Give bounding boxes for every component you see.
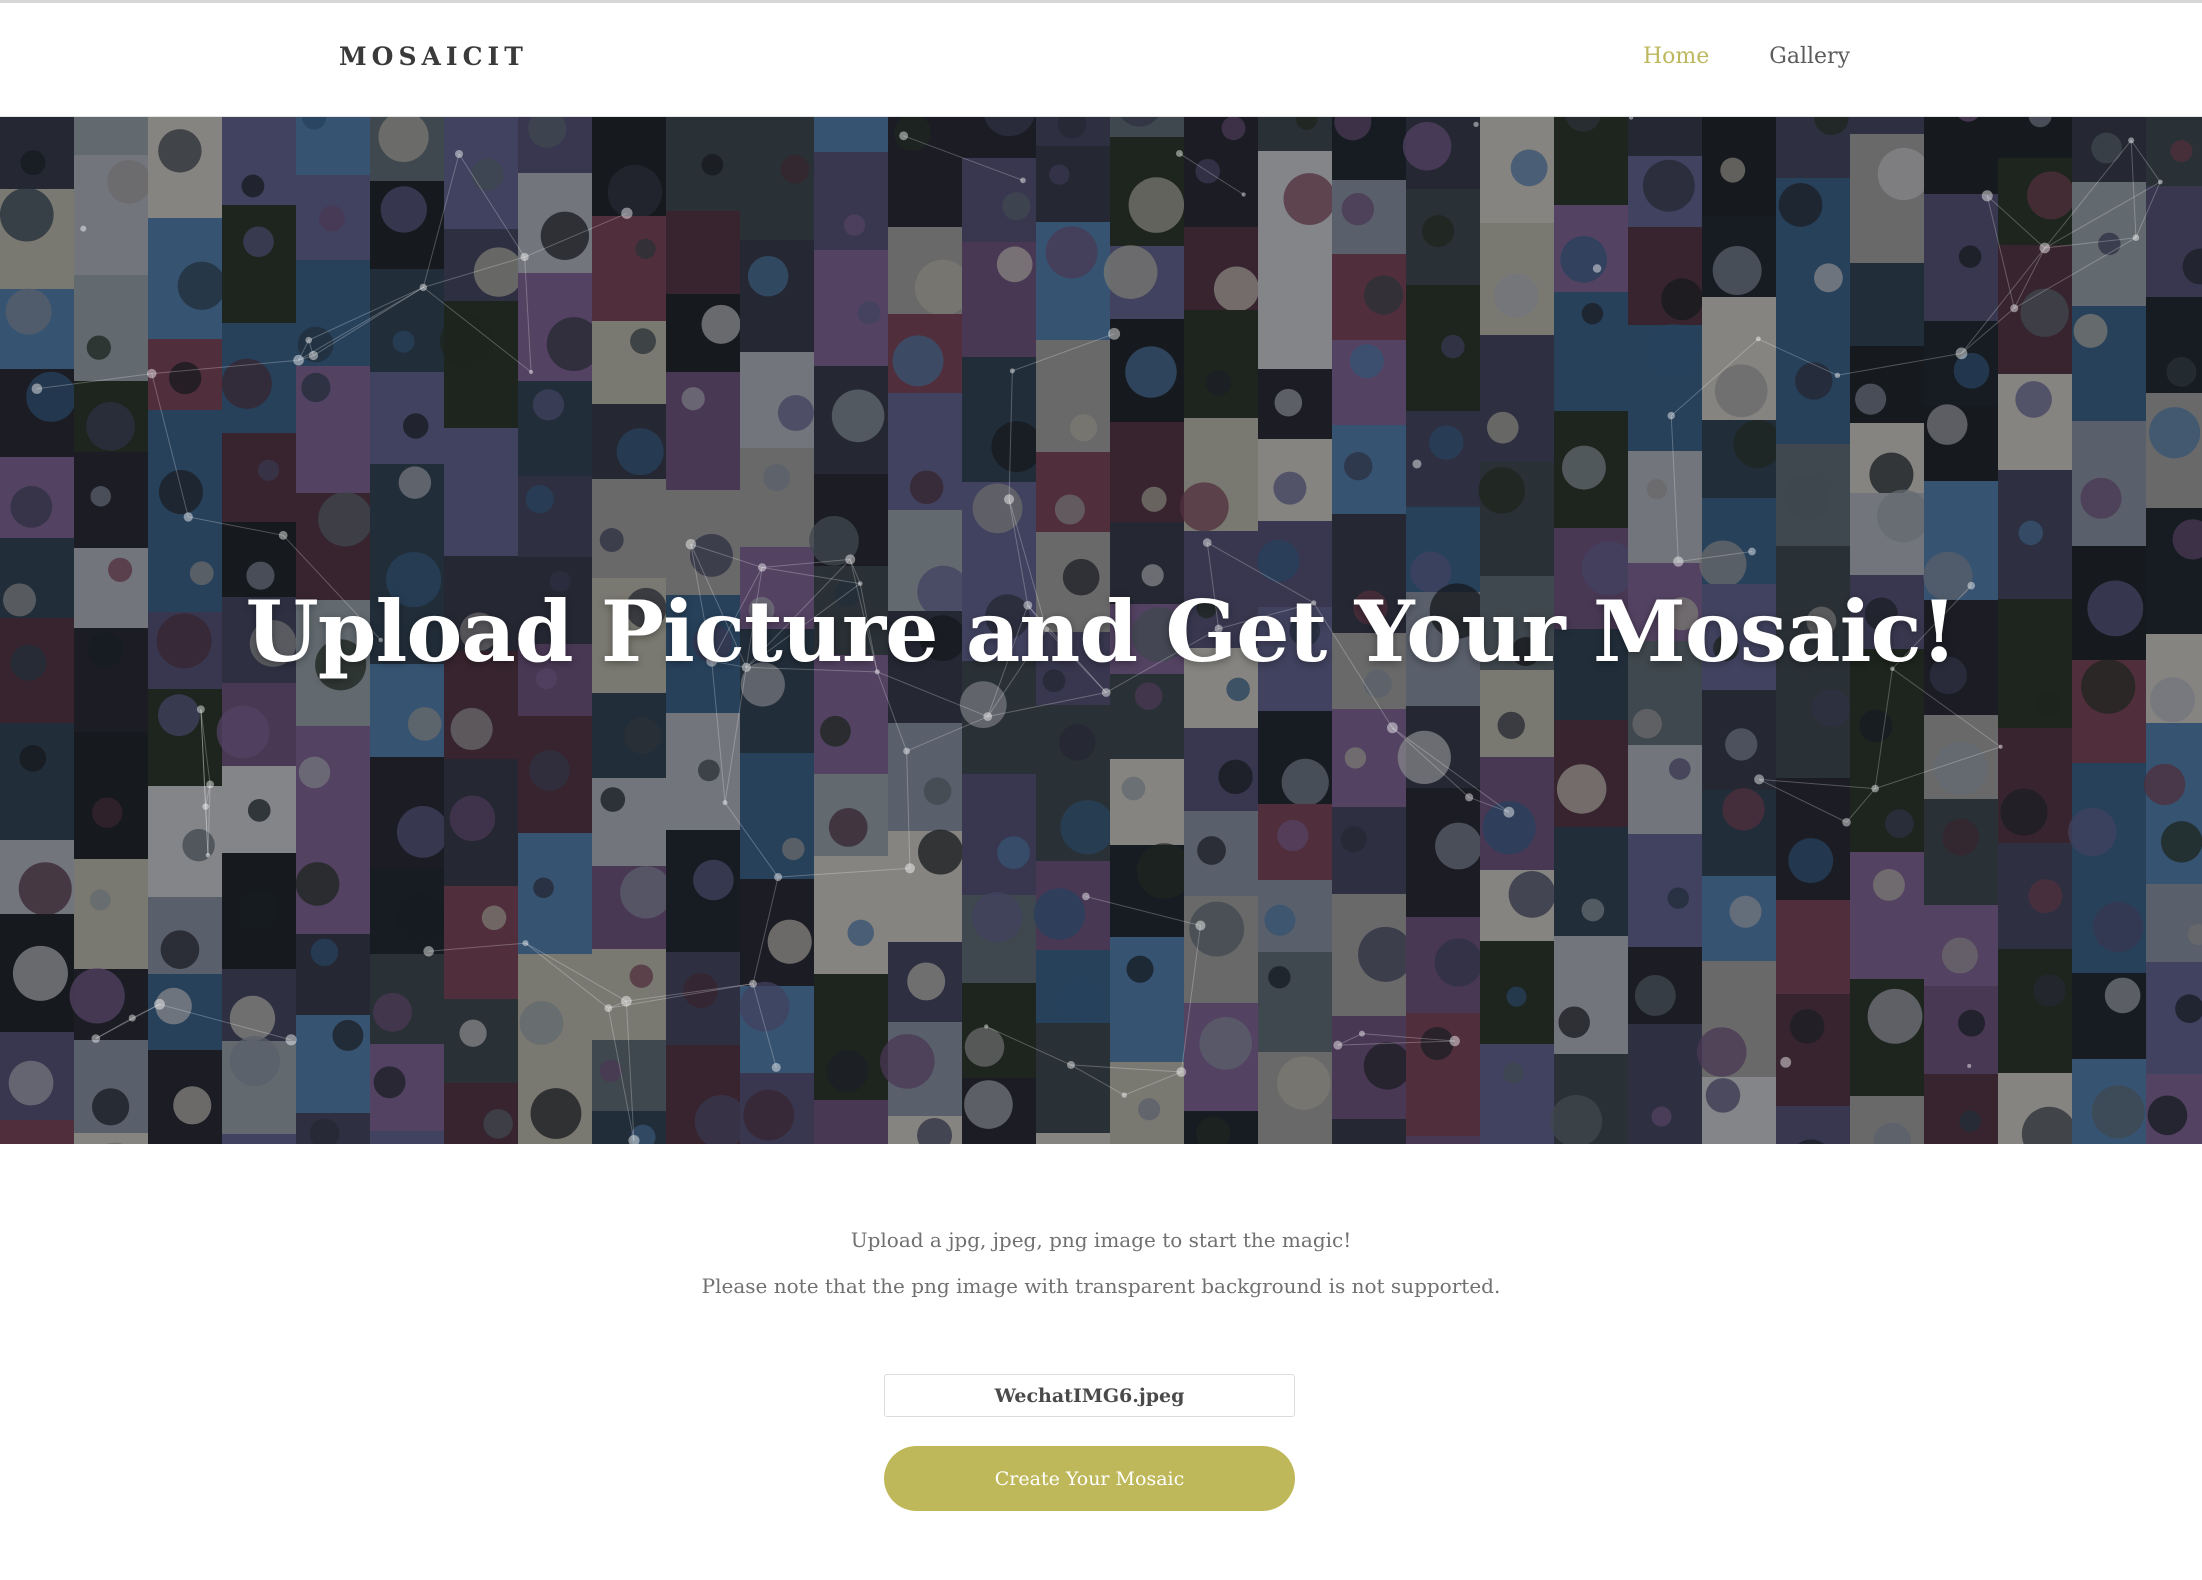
upload-section: Upload a jpg, jpeg, png image to start t… xyxy=(0,1144,2202,1580)
nav-link-gallery[interactable]: Gallery xyxy=(1769,44,1850,69)
create-mosaic-button[interactable]: Create Your Mosaic xyxy=(884,1446,1295,1511)
nav-link-home[interactable]: Home xyxy=(1643,44,1709,69)
upload-instructions: Upload a jpg, jpeg, png image to start t… xyxy=(850,1228,1352,1252)
png-transparency-note: Please note that the png image with tran… xyxy=(701,1274,1501,1298)
nav-links: Home Gallery xyxy=(1643,44,1850,69)
selected-file-name: WechatIMG6.jpeg xyxy=(994,1384,1185,1407)
brand-logo[interactable]: MOSAICIT xyxy=(339,42,528,71)
navbar: MOSAICIT Home Gallery xyxy=(0,3,2202,117)
file-upload-input[interactable]: WechatIMG6.jpeg xyxy=(884,1374,1295,1417)
hero-banner: Upload Picture and Get Your Mosaic! xyxy=(0,117,2202,1144)
hero-title: Upload Picture and Get Your Mosaic! xyxy=(245,582,1958,681)
